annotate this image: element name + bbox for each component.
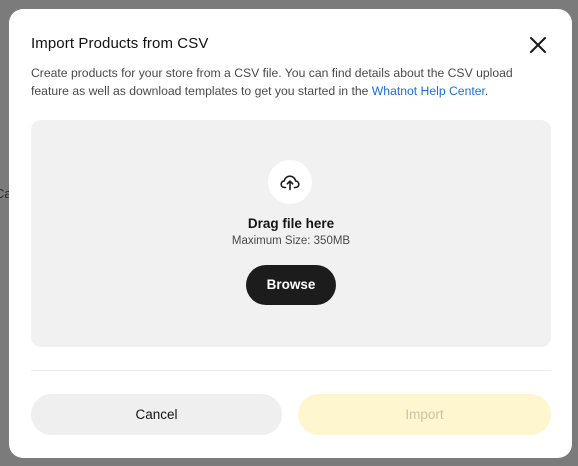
modal-backdrop[interactable]: Ca Import Products from CSV Create produ… — [0, 0, 578, 466]
import-csv-dialog: Import Products from CSV Create products… — [9, 9, 572, 458]
max-size-label: Maximum Size: 350MB — [231, 235, 351, 247]
help-center-link[interactable]: Whatnot Help Center — [372, 84, 485, 98]
browse-button[interactable]: Browse — [246, 265, 336, 305]
file-dropzone[interactable]: Drag file here Maximum Size: 350MB Brows… — [31, 120, 551, 347]
import-button[interactable]: Import — [298, 394, 551, 435]
dialog-title: Import Products from CSV — [31, 35, 209, 52]
cloud-upload-icon — [280, 175, 300, 191]
close-icon — [530, 37, 546, 53]
upload-icon-badge — [268, 160, 312, 204]
drag-file-title: Drag file here — [247, 216, 335, 231]
cancel-button[interactable]: Cancel — [31, 394, 282, 435]
close-button[interactable] — [527, 34, 549, 56]
footer-divider — [31, 370, 551, 371]
dialog-description: Create products for your store from a CS… — [31, 64, 551, 100]
description-end: . — [484, 84, 489, 98]
